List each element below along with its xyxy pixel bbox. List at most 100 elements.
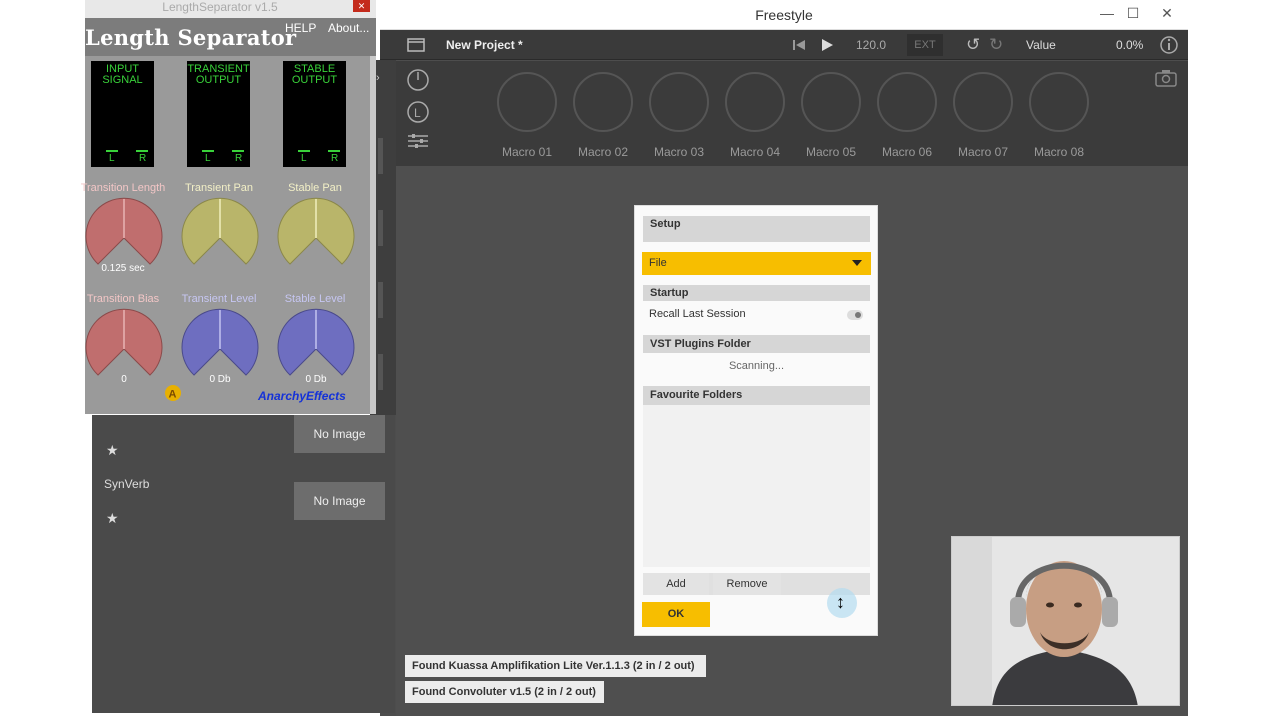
remove-folder-button[interactable]: Remove xyxy=(713,573,781,595)
meter-label: SIGNAL xyxy=(102,74,143,86)
no-image-thumbnail[interactable]: No Image xyxy=(294,482,385,520)
close-icon[interactable]: ✕ xyxy=(1154,2,1180,26)
camera-icon[interactable] xyxy=(1155,69,1177,87)
knob-label: Stable Level xyxy=(284,293,346,305)
webcam-overlay xyxy=(951,536,1180,706)
knob-label: Transient Level xyxy=(181,293,257,305)
level-bar xyxy=(232,150,244,152)
screen: { "freestyle": { "window_title": "Freest… xyxy=(0,0,1280,720)
ext-sync-button[interactable]: EXT xyxy=(907,34,943,56)
startup-header: Startup xyxy=(643,285,870,301)
left-channel-label: L xyxy=(205,153,211,164)
meter-label: OUTPUT xyxy=(195,74,242,86)
macro-knob-05[interactable]: Macro 05 xyxy=(793,72,869,159)
transient-level-value: 0 Db xyxy=(209,374,231,385)
macro-knob-01[interactable]: Macro 01 xyxy=(489,72,565,159)
close-icon[interactable]: ✕ xyxy=(353,0,370,12)
star-icon[interactable]: ★ xyxy=(106,442,119,459)
title-bar: Freestyle — ☐ ✕ xyxy=(380,0,1188,30)
level-bar xyxy=(136,150,148,152)
favourite-folders-list[interactable] xyxy=(643,405,870,567)
stable-level-knob[interactable] xyxy=(276,305,356,385)
play-icon[interactable] xyxy=(820,37,834,53)
sidebar-bar xyxy=(378,354,383,390)
about-button[interactable]: About... xyxy=(328,21,369,35)
transition-length-knob[interactable] xyxy=(84,194,164,274)
category-selected: File xyxy=(649,257,667,269)
favourite-folders-header: Favourite Folders xyxy=(643,386,870,405)
project-name: New Project * xyxy=(446,38,523,52)
transient-pan-knob[interactable] xyxy=(180,194,260,274)
input-signal-meter: INPUT SIGNAL L R xyxy=(91,61,154,167)
info-icon[interactable] xyxy=(1159,35,1179,55)
stable-level-value: 0 Db xyxy=(305,374,327,385)
undo-icon[interactable]: ↺ xyxy=(966,35,980,55)
transport-toolbar: New Project * 120.0 EXT ↺ ↻ Value 0.0% xyxy=(380,30,1188,60)
rotate-knob-icon[interactable] xyxy=(406,68,430,92)
caret-down-icon xyxy=(852,260,862,266)
sliders-icon[interactable] xyxy=(407,132,429,150)
brand-logo: AnarchyEffects xyxy=(258,389,346,403)
macro-knob-08[interactable]: Macro 08 xyxy=(1021,72,1097,159)
category-dropdown[interactable]: File xyxy=(642,252,871,275)
star-icon[interactable]: ★ xyxy=(106,510,119,527)
left-channel-label: L xyxy=(109,153,115,164)
anarchy-logo-icon: A xyxy=(165,385,181,401)
right-channel-label: R xyxy=(331,153,339,164)
window-icon[interactable] xyxy=(407,38,425,52)
setup-dialog: Setup File Startup Recall Last Session V… xyxy=(634,205,878,636)
right-channel-label: R xyxy=(235,153,243,164)
macro-knob-07[interactable]: Macro 07 xyxy=(945,72,1021,159)
macro-knob-02[interactable]: Macro 02 xyxy=(565,72,641,159)
level-bar xyxy=(328,150,340,152)
recall-last-session-toggle[interactable] xyxy=(847,310,863,320)
macro-knob-03[interactable]: Macro 03 xyxy=(641,72,717,159)
svg-text:L: L xyxy=(414,106,421,120)
plugin-name[interactable]: SynVerb xyxy=(104,477,149,491)
presenter-video xyxy=(952,537,1179,705)
stable-output-meter: STABLE OUTPUT L R xyxy=(283,61,346,167)
help-button[interactable]: HELP xyxy=(285,21,316,35)
learn-icon[interactable]: L xyxy=(406,100,430,124)
level-bar xyxy=(202,150,214,152)
plugin-name: Length Separator xyxy=(85,25,297,50)
macro-panel: L Macro 01 Macro 02 Macro 03 Macro 04 Ma… xyxy=(380,61,1188,166)
redo-icon[interactable]: ↻ xyxy=(989,35,1003,55)
window-title: Freestyle xyxy=(755,7,813,23)
knob-label: Stable Pan xyxy=(288,182,342,194)
rewind-icon[interactable] xyxy=(792,38,806,52)
knob-label: Transition Length xyxy=(80,182,166,194)
stable-pan-knob[interactable] xyxy=(276,194,356,274)
plugin-window-title: LengthSeparator v1.5 xyxy=(162,0,278,14)
svg-text:A: A xyxy=(169,389,177,401)
value-label: Value xyxy=(1026,38,1056,52)
transition-length-value: 0.125 sec xyxy=(101,263,145,274)
sidebar-bar xyxy=(378,210,383,246)
macro-knob-06[interactable]: Macro 06 xyxy=(869,72,945,159)
notification-toast: Found Convoluter v1.5 (2 in / 2 out) xyxy=(405,681,604,703)
knob-label: Transient Pan xyxy=(184,182,254,194)
transient-output-meter: TRANSIENT OUTPUT L R xyxy=(187,61,250,167)
knob-label: Transition Bias xyxy=(86,293,160,305)
minimize-icon[interactable]: — xyxy=(1094,2,1120,26)
add-folder-button[interactable]: Add xyxy=(643,573,709,595)
notification-toast: Found Kuassa Amplifikation Lite Ver.1.1.… xyxy=(405,655,706,677)
level-bar xyxy=(298,150,310,152)
resize-cursor-icon: ↕ xyxy=(836,592,845,612)
right-channel-label: R xyxy=(139,153,147,164)
scanning-status: Scanning... xyxy=(728,360,785,372)
chevron-right-icon[interactable]: › xyxy=(376,72,380,84)
sidebar-bar xyxy=(378,282,383,318)
tempo-field[interactable]: 120.0 xyxy=(856,38,886,52)
recall-last-session-label: Recall Last Session xyxy=(649,308,746,320)
plugin-title-bar: LengthSeparator v1.5 ✕ xyxy=(85,0,376,18)
transition-bias-knob[interactable] xyxy=(84,305,164,385)
sidebar-bar xyxy=(378,138,383,174)
plugin-browser: No Image ★ SynVerb No Image ★ xyxy=(92,415,395,713)
ok-button[interactable]: OK xyxy=(642,602,710,627)
transient-level-knob[interactable] xyxy=(180,305,260,385)
no-image-thumbnail[interactable]: No Image xyxy=(294,415,385,453)
level-bar xyxy=(106,150,118,152)
macro-knob-04[interactable]: Macro 04 xyxy=(717,72,793,159)
maximize-icon[interactable]: ☐ xyxy=(1120,2,1146,26)
